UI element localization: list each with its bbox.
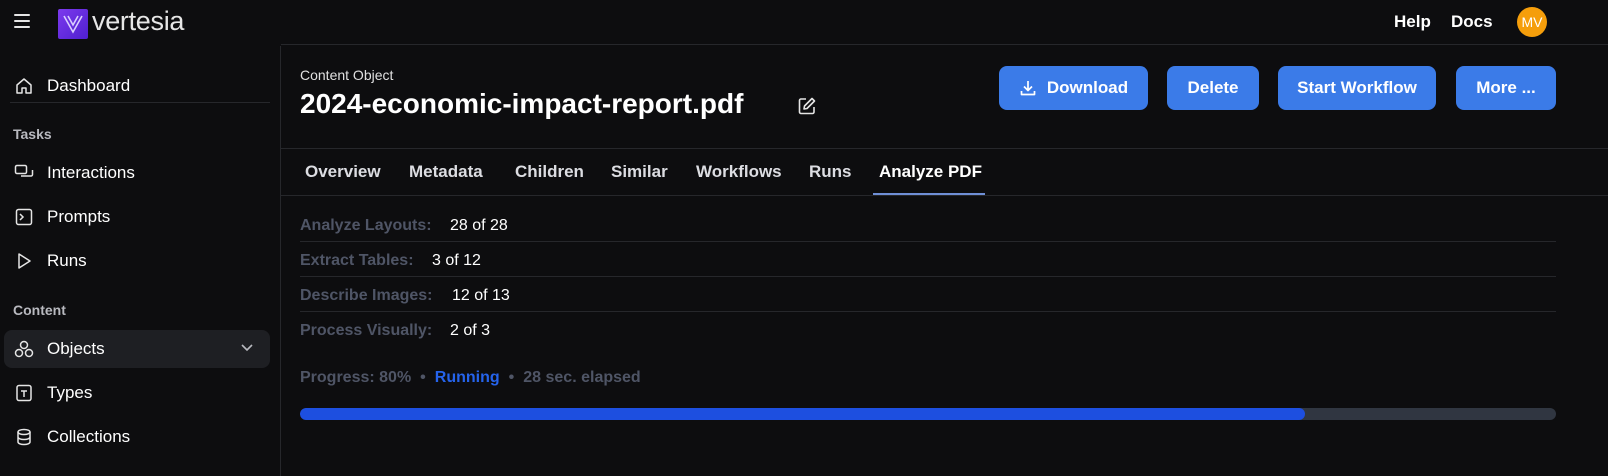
download-label: Download xyxy=(1046,78,1129,97)
stat-row-describe-images: Describe Images: 12 of 13 xyxy=(300,277,1556,312)
start-workflow-button[interactable]: Start Workflow xyxy=(1278,66,1436,110)
avatar[interactable]: MV xyxy=(1517,7,1547,37)
section-label-content: Content xyxy=(13,302,66,318)
menu-icon[interactable] xyxy=(14,14,30,28)
stat-value: 12 of 13 xyxy=(452,287,510,304)
logo-text: vertesia xyxy=(92,6,185,36)
progress-bar xyxy=(300,408,1556,420)
tab-overview[interactable]: Overview xyxy=(305,162,381,182)
download-icon xyxy=(1019,79,1037,97)
chevron-down-icon[interactable] xyxy=(240,340,254,358)
tab-children[interactable]: Children xyxy=(515,162,584,182)
docs-link[interactable]: Docs xyxy=(1451,12,1493,32)
sidebar-item-types[interactable]: Types xyxy=(4,374,270,412)
stat-value: 28 of 28 xyxy=(450,217,508,234)
type-icon xyxy=(14,383,34,403)
edit-icon[interactable] xyxy=(797,96,817,116)
tab-similar[interactable]: Similar xyxy=(611,162,668,182)
sidebar-item-dashboard[interactable]: Dashboard xyxy=(4,67,270,105)
sidebar-item-objects[interactable]: Objects xyxy=(4,330,270,368)
stat-value: 3 of 12 xyxy=(432,252,481,269)
page-subtitle: Content Object xyxy=(300,67,394,83)
sidebar-item-label: Runs xyxy=(47,251,87,270)
stat-row-analyze-layouts: Analyze Layouts: 28 of 28 xyxy=(300,207,1556,242)
sidebar: Dashboard Tasks Interactions Prompts Run… xyxy=(0,46,281,476)
stat-row-extract-tables: Extract Tables: 3 of 12 xyxy=(300,242,1556,277)
stat-label: Analyze Layouts: xyxy=(300,217,432,234)
progress-label: Progress: 80% xyxy=(300,369,412,386)
stat-label: Extract Tables: xyxy=(300,252,414,269)
page-title: 2024-economic-impact-report.pdf xyxy=(300,88,744,119)
stat-value: 2 of 3 xyxy=(450,322,491,339)
play-icon xyxy=(14,251,34,271)
elapsed-time: 28 sec. elapsed xyxy=(523,369,641,386)
top-bar: vertesia Help Docs MV xyxy=(0,0,1608,46)
header-divider xyxy=(281,44,1608,45)
terminal-icon xyxy=(14,207,34,227)
more-button[interactable]: More ... xyxy=(1456,66,1556,110)
stat-label: Process Visually: xyxy=(300,322,433,339)
home-icon xyxy=(14,76,34,96)
progress-status: Progress: 80% • Running • 28 sec. elapsed xyxy=(300,369,641,386)
vertesia-logo-icon[interactable] xyxy=(58,9,88,39)
help-link[interactable]: Help xyxy=(1394,12,1431,32)
cubes-icon xyxy=(14,339,34,359)
stat-label: Describe Images: xyxy=(300,287,433,304)
sidebar-item-runs[interactable]: Runs xyxy=(4,242,270,280)
sidebar-item-interactions[interactable]: Interactions xyxy=(4,154,270,192)
download-button[interactable]: Download xyxy=(999,66,1148,110)
tab-analyze-pdf[interactable]: Analyze PDF xyxy=(879,162,982,182)
sidebar-item-label: Interactions xyxy=(47,163,135,182)
sidebar-item-label: Dashboard xyxy=(47,76,131,95)
running-status: Running xyxy=(434,369,500,386)
sidebar-item-label: Collections xyxy=(47,427,131,446)
chat-icon xyxy=(14,163,34,183)
delete-button[interactable]: Delete xyxy=(1167,66,1259,110)
tabs-divider-bottom xyxy=(281,195,1608,196)
tab-runs[interactable]: Runs xyxy=(809,162,852,182)
tab-workflows[interactable]: Workflows xyxy=(696,162,782,182)
sidebar-item-prompts[interactable]: Prompts xyxy=(4,198,270,236)
sidebar-item-label: Objects xyxy=(47,339,105,358)
tabs-divider-top xyxy=(281,148,1608,149)
tab-metadata[interactable]: Metadata xyxy=(409,162,483,182)
progress-bar-fill xyxy=(300,408,1305,420)
sidebar-item-label: Types xyxy=(47,383,93,402)
stat-row-process-visually: Process Visually: 2 of 3 xyxy=(300,312,1556,347)
sidebar-item-collections[interactable]: Collections xyxy=(4,418,270,456)
sidebar-item-label: Prompts xyxy=(47,207,111,226)
section-label-tasks: Tasks xyxy=(13,126,52,142)
database-icon xyxy=(14,427,34,447)
